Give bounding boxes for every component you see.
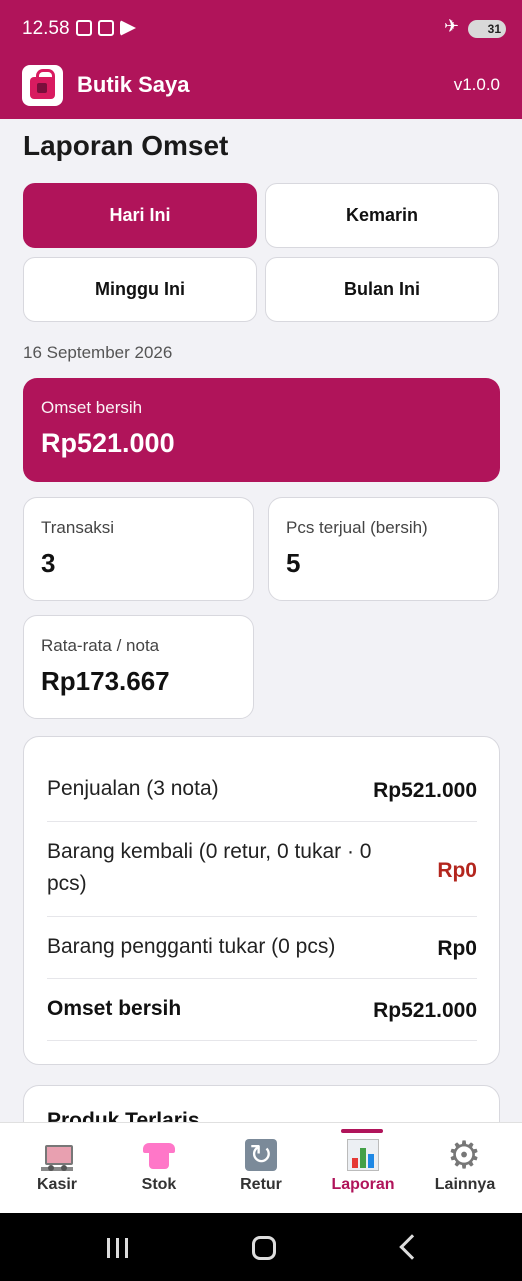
retur-icon: [245, 1138, 277, 1171]
transactions-card: Transaksi 3: [23, 497, 254, 601]
summary-row-returns: Barang kembali (0 retur, 0 tukar · 0 pcs…: [47, 822, 477, 917]
battery-icon: 31: [468, 20, 506, 38]
period-today-button[interactable]: Hari Ini: [23, 183, 257, 248]
nav-label: Laporan: [331, 1176, 395, 1193]
screenshot-icon: [76, 20, 92, 36]
transactions-label: Transaksi: [41, 518, 115, 537]
nav-label: Kasir: [36, 1176, 78, 1193]
net-revenue-card: Omset bersih Rp521.000: [23, 378, 500, 482]
period-this-month-button[interactable]: Bulan Ini: [265, 257, 499, 322]
page-title: Laporan Omset: [23, 130, 229, 161]
pcs-sold-value: 5: [286, 548, 301, 578]
nav-stok[interactable]: Stok: [107, 1123, 211, 1214]
notification-icons: [76, 20, 136, 36]
status-time: 12.58: [22, 18, 70, 39]
summary-value: Rp521.000: [373, 999, 477, 1022]
shop-logo-icon: [22, 65, 63, 106]
cart-icon: [41, 1139, 73, 1171]
average-value: Rp173.667: [41, 666, 170, 696]
nav-kasir[interactable]: Kasir: [5, 1123, 109, 1214]
summary-value: Rp521.000: [373, 779, 477, 802]
summary-label: Barang kembali (0 retur, 0 tukar · 0 pcs…: [47, 840, 372, 895]
nav-lainnya[interactable]: Lainnya: [413, 1123, 517, 1214]
net-revenue-label: Omset bersih: [41, 398, 143, 417]
nav-retur[interactable]: Retur: [209, 1123, 313, 1214]
summary-label: Barang pengganti tukar (0 pcs): [47, 935, 336, 958]
bottom-navigation: Kasir Stok Retur Laporan Lainnya: [0, 1122, 522, 1213]
active-indicator: [341, 1129, 383, 1133]
nav-label: Stok: [141, 1176, 177, 1193]
nav-laporan[interactable]: Laporan: [311, 1123, 415, 1214]
summary-label: Omset bersih: [47, 997, 182, 1020]
summary-value: Rp0: [437, 937, 477, 960]
average-per-receipt-card: Rata-rata / nota Rp173.667: [23, 615, 254, 719]
chart-icon: [347, 1139, 379, 1171]
transactions-value: 3: [41, 548, 56, 578]
revenue-summary-card: Penjualan (3 nota) Rp521.000 Barang kemb…: [23, 736, 500, 1065]
nav-label: Retur: [240, 1176, 282, 1193]
home-button[interactable]: [252, 1236, 276, 1260]
gear-icon: [447, 1133, 481, 1177]
system-navigation-bar: [0, 1213, 522, 1281]
app-title: Butik Saya: [77, 72, 190, 97]
shirt-icon: [143, 1139, 175, 1171]
report-content[interactable]: Laporan Omset Hari Ini Kemarin Minggu In…: [0, 119, 522, 1122]
net-revenue-value: Rp521.000: [41, 428, 175, 458]
average-label: Rata-rata / nota: [41, 636, 160, 655]
status-bar: 12.58 ✈ 31: [0, 0, 522, 60]
app-bar: Butik Saya v1.0.0: [0, 60, 522, 119]
top-products-card: Produk Terlaris: [23, 1085, 500, 1122]
period-this-week-button[interactable]: Minggu Ini: [23, 257, 257, 322]
summary-row-net-revenue: Omset bersih Rp521.000: [47, 979, 477, 1041]
pcs-sold-card: Pcs terjual (bersih) 5: [268, 497, 499, 601]
summary-value: Rp0: [437, 859, 477, 882]
recent-apps-button[interactable]: [107, 1238, 131, 1258]
summary-row-sales: Penjualan (3 nota) Rp521.000: [47, 756, 477, 822]
top-products-title: Produk Terlaris: [47, 1109, 200, 1122]
summary-row-replacements: Barang pengganti tukar (0 pcs) Rp0: [47, 917, 477, 979]
telegram-icon: [120, 20, 136, 36]
report-date: 16 September 2026: [23, 343, 173, 362]
period-yesterday-button[interactable]: Kemarin: [265, 183, 499, 248]
sync-icon: [98, 20, 114, 36]
pcs-sold-label: Pcs terjual (bersih): [286, 518, 428, 537]
back-button[interactable]: [399, 1234, 425, 1260]
nav-label: Lainnya: [434, 1176, 496, 1193]
summary-label: Penjualan (3 nota): [47, 777, 219, 800]
app-version: v1.0.0: [453, 75, 500, 94]
airplane-mode-icon: ✈: [444, 16, 460, 36]
